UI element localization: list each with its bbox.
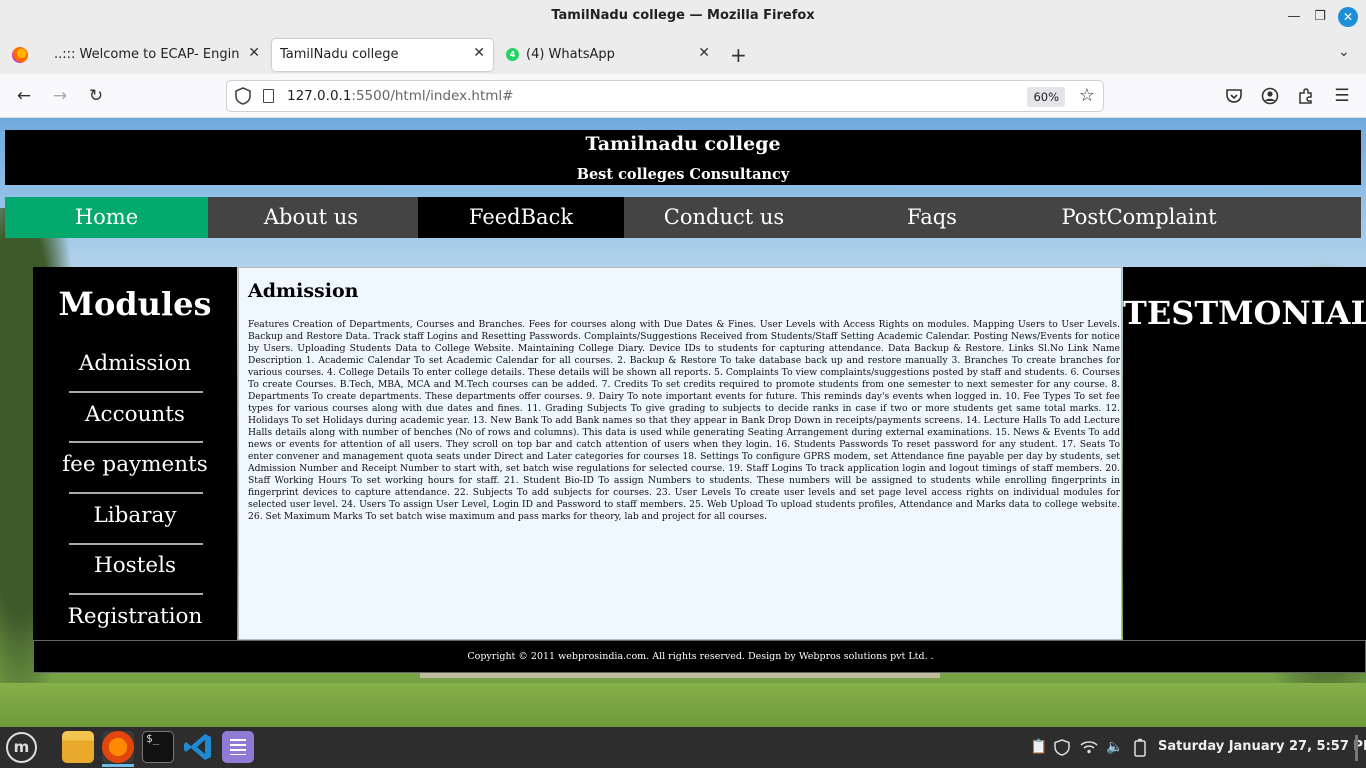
extensions-icon[interactable] — [1297, 87, 1315, 105]
nav-post-complaint[interactable]: PostComplaint — [1036, 197, 1242, 238]
tab-label: ..::: Welcome to ECAP- Engineeri — [54, 47, 240, 62]
site-title: Tamilnadu college — [585, 133, 781, 155]
volume-icon[interactable]: 🔈 — [1106, 739, 1123, 755]
show-desktop-button[interactable] — [1355, 735, 1358, 761]
nav-home[interactable]: Home — [5, 197, 208, 238]
shield-icon[interactable] — [235, 87, 251, 105]
sidebar-item-registration[interactable]: Registration — [33, 604, 237, 632]
back-icon[interactable]: ← — [12, 84, 36, 108]
testimonial-title: TESTMONIALS — [1123, 294, 1366, 332]
sidebar-item-library[interactable]: Libaray — [33, 503, 237, 531]
firefox-icon — [12, 47, 28, 63]
site-subtitle: Best colleges Consultancy — [576, 166, 790, 183]
footer-copyright: Copyright © 2011 webprosindia.com. All r… — [467, 651, 934, 662]
reload-icon[interactable]: ↻ — [84, 84, 108, 108]
bookmark-star-icon[interactable]: ☆ — [1079, 85, 1095, 106]
divider — [69, 492, 203, 494]
tab-close-icon[interactable]: ✕ — [473, 45, 485, 61]
divider — [69, 391, 203, 393]
modules-sidebar: Modules Admission Accounts fee payments … — [33, 267, 237, 640]
site-header: Tamilnadu college Best colleges Consulta… — [5, 130, 1361, 185]
content-heading: Admission — [248, 280, 359, 302]
divider — [69, 441, 203, 443]
browser-toolbar: ← → ↻ 127.0.0.1:5500/html/index.html# 60… — [0, 74, 1366, 118]
clipboard-icon[interactable]: 📋 — [1030, 739, 1047, 755]
wifi-icon[interactable] — [1080, 740, 1098, 754]
firefox-taskbar-icon[interactable] — [102, 731, 134, 767]
url-bar[interactable]: 127.0.0.1:5500/html/index.html# 60% ☆ — [226, 80, 1104, 112]
mint-menu-icon[interactable]: m — [6, 732, 37, 763]
nav-conduct-us[interactable]: Conduct us — [621, 197, 827, 238]
page-viewport: Tamilnadu college Best colleges Consulta… — [0, 118, 1366, 727]
divider — [69, 593, 203, 595]
shield-tray-icon[interactable] — [1054, 739, 1070, 756]
tab-bar: ..::: Welcome to ECAP- Engineeri ✕ Tamil… — [0, 34, 1366, 74]
zoom-indicator[interactable]: 60% — [1027, 87, 1065, 107]
text-editor-icon[interactable] — [222, 731, 254, 763]
sidebar-item-hostels[interactable]: Hostels — [33, 553, 237, 581]
nav-faqs[interactable]: Faqs — [829, 197, 1035, 238]
sidebar-item-accounts[interactable]: Accounts — [33, 402, 237, 430]
tab-label: (4) WhatsApp — [526, 47, 615, 62]
pocket-icon[interactable] — [1225, 87, 1243, 105]
desktop-taskbar: m $_ 📋 🔈 Saturday January 27, 5:57 PM — [0, 727, 1366, 768]
terminal-icon[interactable]: $_ — [142, 731, 174, 763]
new-tab-icon[interactable]: + — [730, 43, 747, 67]
sidebar-item-admission[interactable]: Admission — [33, 351, 237, 379]
maximize-icon[interactable]: ❐ — [1310, 7, 1330, 27]
tab-close-icon[interactable]: ✕ — [698, 45, 710, 61]
testimonial-panel: TESTMONIALS — [1123, 267, 1366, 640]
taskbar-clock[interactable]: Saturday January 27, 5:57 PM — [1158, 739, 1366, 754]
chevron-down-icon[interactable]: ⌄ — [1338, 44, 1350, 60]
tab-label: TamilNadu college — [280, 47, 399, 62]
forward-icon[interactable]: → — [48, 84, 72, 108]
page-icon — [263, 89, 274, 103]
site-footer: Copyright © 2011 webprosindia.com. All r… — [33, 640, 1366, 673]
window-title: TamilNadu college — Mozilla Firefox — [551, 8, 815, 23]
tab-whatsapp[interactable]: 4 (4) WhatsApp ✕ — [498, 39, 718, 71]
files-icon[interactable] — [62, 731, 94, 763]
url-text[interactable]: 127.0.0.1:5500/html/index.html# — [287, 88, 513, 104]
sidebar-item-fee-payments[interactable]: fee payments — [33, 452, 237, 480]
main-content: Admission Features Creation of Departmen… — [238, 267, 1122, 640]
close-window-icon[interactable]: ✕ — [1338, 7, 1358, 27]
minimize-icon[interactable]: — — [1284, 7, 1304, 27]
content-body: Features Creation of Departments, Course… — [248, 319, 1120, 522]
account-icon[interactable] — [1261, 87, 1279, 105]
tab-ecap[interactable]: ..::: Welcome to ECAP- Engineeri ✕ — [46, 39, 268, 71]
top-navigation: Home About us FeedBack Conduct us Faqs P… — [5, 197, 1361, 238]
tab-close-icon[interactable]: ✕ — [248, 45, 260, 61]
window-titlebar: TamilNadu college — Mozilla Firefox — ❐ … — [0, 0, 1366, 34]
whatsapp-icon: 4 — [506, 48, 519, 61]
tab-tamilnadu-college[interactable]: TamilNadu college ✕ — [272, 39, 493, 71]
nav-about-us[interactable]: About us — [208, 197, 414, 238]
divider — [69, 543, 203, 545]
vscode-icon[interactable] — [182, 731, 214, 763]
menu-icon[interactable]: ☰ — [1330, 84, 1354, 108]
sidebar-title: Modules — [58, 285, 212, 323]
battery-icon[interactable] — [1134, 738, 1146, 757]
background-lawn — [0, 683, 1366, 727]
nav-feedback[interactable]: FeedBack — [418, 197, 624, 238]
